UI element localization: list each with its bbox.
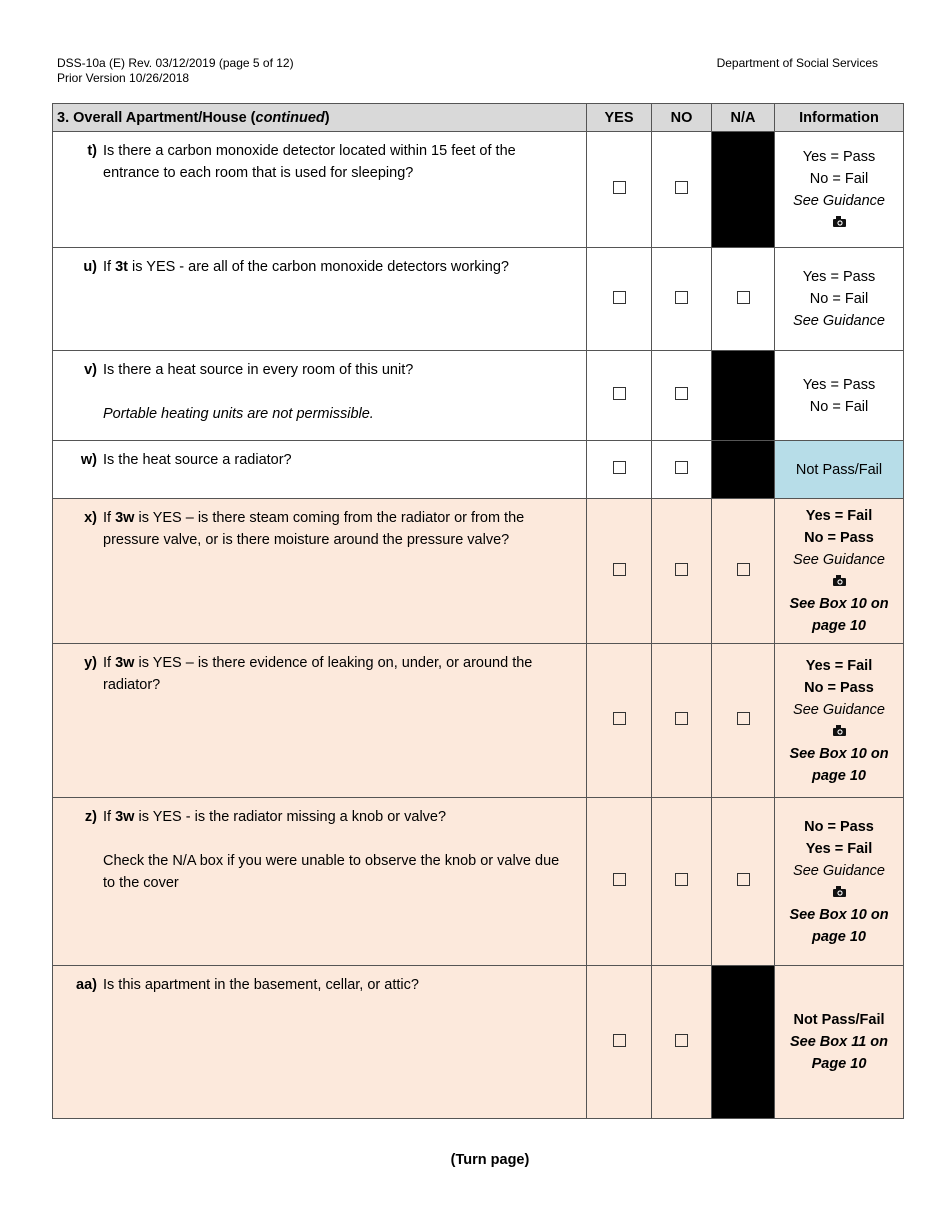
camera-icon bbox=[775, 882, 903, 904]
checkbox-yes[interactable] bbox=[612, 873, 626, 886]
checkbox-yes[interactable] bbox=[612, 461, 626, 474]
col-information: Information bbox=[774, 103, 904, 132]
info-line: See Guidance bbox=[793, 862, 885, 879]
info-line: Yes = Pass bbox=[802, 376, 876, 393]
info-line: Not Pass/Fail bbox=[795, 461, 883, 478]
question-label: w) bbox=[80, 452, 97, 468]
info-line: Yes = Pass bbox=[802, 269, 876, 285]
info-line: No = Fail bbox=[809, 170, 869, 187]
information-cell: Not Pass/Fail See Box 11 on Page 10 bbox=[774, 965, 904, 1119]
info-line: No = Pass bbox=[804, 818, 874, 835]
na-blocked-cell bbox=[711, 965, 775, 1119]
checkbox-yes[interactable] bbox=[612, 290, 626, 304]
checkbox-no[interactable] bbox=[675, 387, 688, 400]
table-row: y) If 3w is YES – is there evidence of le… bbox=[52, 643, 904, 798]
checkbox-yes[interactable] bbox=[612, 387, 626, 400]
info-line: Yes = Fail bbox=[805, 840, 873, 857]
information-cell: Yes = Pass No = Fail bbox=[774, 350, 904, 441]
information-cell: Yes = Fail No = Pass See Guidance See Box 1… bbox=[774, 498, 904, 644]
question-note: Check the N/A box if you were unable to … bbox=[103, 853, 560, 891]
info-line: No = Fail bbox=[809, 291, 869, 307]
camera-icon bbox=[775, 212, 903, 234]
checkbox-yes[interactable] bbox=[612, 562, 626, 576]
question-text: Is there a carbon monoxide detector loca… bbox=[103, 143, 516, 181]
question-text: If 3t is YES - are all of the carbon mon… bbox=[103, 259, 509, 275]
table-row: z) If 3w is YES - is the radiator missing… bbox=[52, 797, 904, 966]
info-line: No = Pass bbox=[804, 679, 874, 696]
document-page: DSS-10a (E) Rev. 03/12/2019 (page 5 of 1… bbox=[0, 0, 950, 1230]
na-blocked-cell bbox=[711, 131, 775, 248]
info-line: Yes = Fail bbox=[805, 657, 873, 674]
checkbox-yes[interactable] bbox=[612, 181, 626, 194]
table-row: v) Is there a heat source in every room o… bbox=[52, 350, 904, 441]
question-label: y) bbox=[84, 655, 97, 671]
info-line: Not Pass/Fail bbox=[793, 1012, 885, 1028]
question-text: Is the heat source a radiator? bbox=[103, 452, 292, 468]
checkbox-no[interactable] bbox=[675, 873, 688, 886]
checkbox-no[interactable] bbox=[675, 461, 688, 474]
question-text: If 3w is YES - is the radiator missing a… bbox=[103, 806, 566, 894]
table-header: 3. Overall Apartment/House (continued) Y… bbox=[52, 103, 904, 132]
information-cell: Yes = Pass No = Fail See Guidance bbox=[774, 131, 904, 248]
info-line: Yes = Pass bbox=[802, 148, 876, 165]
question-text: If 3w is YES – is there steam coming fro… bbox=[103, 510, 525, 548]
section-title: 3. Overall Apartment/House (continued) bbox=[52, 103, 587, 132]
info-line: See Box 10 on page 10 bbox=[789, 906, 889, 945]
table-row: u) If 3t is YES - are all of the carbon m… bbox=[52, 247, 904, 351]
turn-page-note: (Turn page) bbox=[450, 1152, 530, 1168]
checkbox-yes[interactable] bbox=[612, 712, 626, 725]
info-line: See Box 11 on Page 10 bbox=[789, 1034, 889, 1072]
question-label: aa) bbox=[76, 977, 97, 993]
question-note: Portable heating units are not permissib… bbox=[103, 406, 374, 422]
question-label: t) bbox=[87, 143, 97, 159]
checkbox-no[interactable] bbox=[675, 562, 688, 576]
na-blocked-cell bbox=[711, 350, 775, 441]
question-text: Is this apartment in the basement, cella… bbox=[103, 977, 419, 993]
question-label: x) bbox=[84, 510, 97, 526]
checkbox-no[interactable] bbox=[675, 712, 688, 725]
checkbox-na[interactable] bbox=[736, 712, 750, 725]
checkbox-na[interactable] bbox=[736, 562, 750, 576]
col-na: N/A bbox=[711, 103, 775, 132]
info-line: See Guidance bbox=[793, 701, 885, 718]
form-id: DSS-10a (E) Rev. 03/12/2019 (page 5 of 1… bbox=[57, 56, 294, 70]
question-label: z) bbox=[84, 809, 97, 825]
question-label: u) bbox=[83, 259, 97, 275]
question-text: If 3w is YES – is there evidence of leak… bbox=[103, 655, 533, 693]
camera-icon bbox=[775, 721, 903, 743]
information-cell: Yes = Pass No = Fail See Guidance bbox=[774, 247, 904, 351]
info-line: See Guidance bbox=[793, 552, 885, 568]
checkbox-no[interactable] bbox=[675, 290, 688, 304]
checklist-table: 3. Overall Apartment/House (continued) Y… bbox=[52, 103, 904, 1119]
na-blocked-cell bbox=[711, 440, 775, 499]
question-label: v) bbox=[84, 362, 97, 378]
information-cell: Not Pass/Fail bbox=[774, 440, 904, 499]
checkbox-yes[interactable] bbox=[612, 1033, 626, 1047]
info-line: Yes = Fail bbox=[805, 508, 873, 524]
checkbox-na[interactable] bbox=[736, 873, 750, 886]
info-line: See Box 10 on page 10 bbox=[789, 596, 889, 634]
camera-icon bbox=[775, 571, 903, 593]
info-line: No = Fail bbox=[809, 398, 869, 415]
checkbox-no[interactable] bbox=[675, 181, 688, 194]
department-name: Department of Social Services bbox=[716, 56, 878, 70]
form-header: DSS-10a (E) Rev. 03/12/2019 (page 5 of 1… bbox=[57, 56, 294, 86]
col-no: NO bbox=[651, 103, 712, 132]
question-text: Is there a heat source in every room of … bbox=[103, 359, 413, 425]
checkbox-na[interactable] bbox=[736, 290, 750, 304]
information-cell: Yes = Fail No = Pass See Guidance See Box 1… bbox=[774, 643, 904, 798]
prior-version: Prior Version 10/26/2018 bbox=[57, 71, 190, 85]
table-row: aa) Is this apartment in the basement, ce… bbox=[52, 965, 904, 1119]
table-row: t) Is there a carbon monoxide detector lo… bbox=[52, 131, 904, 248]
col-yes: YES bbox=[586, 103, 652, 132]
table-row: x) If 3w is YES – is there steam coming f… bbox=[52, 498, 904, 644]
information-cell: No = Pass Yes = Fail See Guidance See Box 1… bbox=[774, 797, 904, 966]
info-line: No = Pass bbox=[804, 530, 874, 546]
info-line: See Guidance bbox=[793, 192, 885, 209]
info-line: See Box 10 on page 10 bbox=[789, 745, 889, 784]
checkbox-no[interactable] bbox=[675, 1033, 688, 1047]
table-row: w) Is the heat source a radiator? Not Pass… bbox=[52, 440, 904, 499]
info-line: See Guidance bbox=[793, 313, 885, 329]
